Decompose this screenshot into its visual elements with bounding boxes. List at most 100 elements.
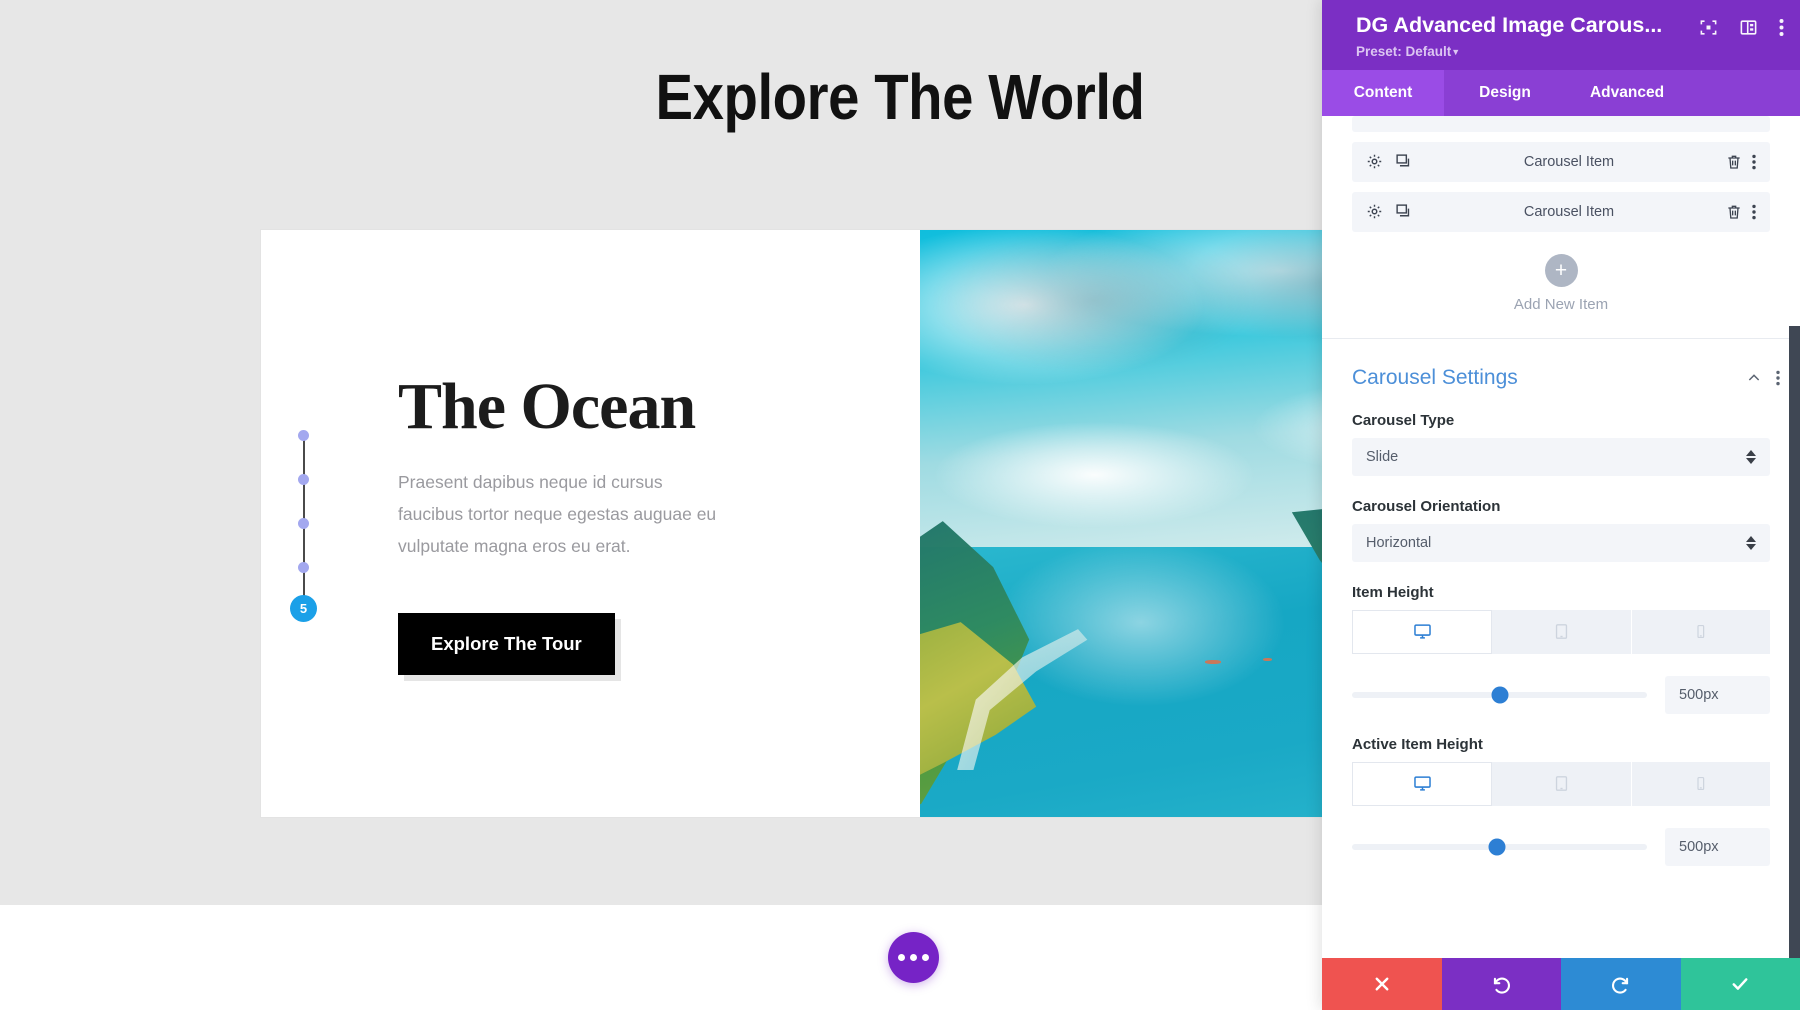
active-item-height-slider-row: 500px (1322, 827, 1800, 866)
carousel-settings-header[interactable]: Carousel Settings (1322, 339, 1800, 390)
page-canvas: Explore The World The Ocean Praesent dap… (0, 0, 1322, 1010)
panel-body: Carousel Item Carousel Item + Add New It… (1322, 115, 1800, 958)
active-item-height-value-input[interactable]: 500px (1665, 827, 1770, 866)
trash-icon[interactable] (1726, 154, 1742, 170)
device-phone-button[interactable] (1631, 609, 1770, 654)
module-settings-panel: DG Advanced Image Carous... Preset: Defa… (1322, 0, 1800, 1010)
chevron-up-icon[interactable] (1746, 370, 1762, 386)
device-phone-button[interactable] (1631, 761, 1770, 806)
add-new-item-button[interactable]: + Add New Item (1322, 253, 1800, 313)
trash-icon[interactable] (1726, 204, 1742, 220)
phone-icon (1697, 625, 1705, 639)
carousel-item-partial[interactable] (1352, 115, 1770, 132)
focus-icon[interactable] (1699, 18, 1718, 37)
slide-title: The Ocean (398, 370, 696, 444)
tab-content[interactable]: Content (1322, 69, 1444, 116)
carousel-orientation-select[interactable]: Horizontal (1352, 523, 1770, 562)
carousel-pagination[interactable]: 5 (290, 425, 318, 622)
duplicate-icon[interactable] (1395, 153, 1412, 170)
undo-icon (1493, 977, 1510, 994)
close-icon (1375, 977, 1389, 991)
chevron-updown-icon (1746, 449, 1756, 464)
select-value: Slide (1366, 448, 1399, 465)
carousel-slide: The Ocean Praesent dapibus neque id curs… (261, 230, 1322, 817)
plus-icon: + (1544, 253, 1578, 287)
carousel-type-select[interactable]: Slide (1352, 437, 1770, 476)
slider-knob[interactable] (1491, 686, 1508, 704)
chevron-updown-icon (1746, 535, 1756, 550)
pagination-dot-4[interactable] (298, 562, 309, 573)
pagination-dot-2[interactable] (298, 474, 309, 485)
active-item-height-device-toggle (1352, 761, 1770, 806)
list-item[interactable]: Carousel Item (1352, 191, 1770, 232)
field-label: Active Item Height (1352, 735, 1483, 753)
pagination-dot-3[interactable] (298, 518, 309, 529)
explore-the-tour-button[interactable]: Explore The Tour (398, 612, 615, 675)
check-icon (1732, 978, 1748, 990)
field-label: Item Height (1352, 583, 1434, 601)
slide-body-text: Praesent dapibus neque id cursus faucibu… (398, 472, 717, 557)
cancel-button[interactable] (1322, 958, 1442, 1010)
panel-header: DG Advanced Image Carous... Preset: Defa… (1322, 0, 1800, 70)
device-desktop-button[interactable] (1352, 609, 1493, 654)
device-tablet-button[interactable] (1492, 609, 1632, 654)
pagination-dot-1[interactable] (298, 430, 309, 441)
device-tablet-button[interactable] (1492, 761, 1632, 806)
field-item-height: Item Height (1322, 584, 1800, 654)
ellipsis-icon (922, 954, 929, 961)
preset-label: Preset: Default (1356, 43, 1452, 59)
pagination-dot-active[interactable]: 5 (290, 595, 317, 622)
item-height-slider[interactable] (1352, 686, 1647, 704)
overflow-menu-icon[interactable] (1776, 370, 1780, 386)
panel-scroll-content: Carousel Item Carousel Item + Add New It… (1322, 115, 1800, 866)
gear-icon[interactable] (1366, 203, 1383, 220)
overflow-menu-icon[interactable] (1752, 154, 1756, 170)
tab-advanced[interactable]: Advanced (1566, 70, 1688, 116)
device-desktop-button[interactable] (1352, 761, 1493, 806)
add-new-item-label: Add New Item (1513, 295, 1609, 313)
panel-header-titles: DG Advanced Image Carous... Preset: Defa… (1356, 12, 1699, 59)
panel-title: DG Advanced Image Carous... (1356, 13, 1663, 37)
desktop-icon (1413, 624, 1431, 639)
slide-image (920, 230, 1322, 817)
slide-text-column: The Ocean Praesent dapibus neque id curs… (261, 230, 818, 817)
overflow-menu-icon[interactable] (1779, 18, 1784, 37)
field-carousel-orientation: Carousel Orientation Horizontal (1322, 498, 1800, 562)
save-button[interactable] (1680, 958, 1800, 1010)
phone-icon (1697, 777, 1705, 791)
field-label: Carousel Orientation (1352, 497, 1501, 515)
undo-button[interactable] (1441, 958, 1561, 1010)
select-value: Horizontal (1366, 534, 1432, 551)
desktop-icon (1413, 776, 1431, 791)
ellipsis-fab-button[interactable] (888, 932, 939, 983)
item-left-icons (1366, 153, 1412, 170)
redo-button[interactable] (1561, 958, 1681, 1010)
overflow-menu-icon[interactable] (1752, 204, 1756, 220)
tablet-icon (1555, 624, 1568, 640)
item-height-slider-row: 500px (1322, 675, 1800, 714)
list-item[interactable]: Carousel Item (1352, 141, 1770, 182)
item-height-device-toggle (1352, 609, 1770, 654)
page-footer-strip (0, 905, 1322, 1010)
redo-icon (1612, 977, 1629, 994)
page-title: Explore The World (655, 61, 1145, 133)
tab-design[interactable]: Design (1444, 70, 1566, 116)
item-height-value-input[interactable]: 500px (1665, 675, 1770, 714)
slider-knob[interactable] (1488, 838, 1506, 856)
field-active-item-height: Active Item Height (1322, 736, 1800, 806)
gear-icon[interactable] (1366, 153, 1383, 170)
ellipsis-icon (898, 954, 905, 961)
chevron-down-icon: ▼ (1451, 46, 1461, 57)
panel-header-icons (1699, 12, 1784, 37)
panel-layout-icon[interactable] (1739, 18, 1758, 37)
cloud-layer (920, 230, 1322, 407)
list-item-label: Carousel Item (1523, 203, 1615, 220)
panel-tabs: Content Design Advanced (1322, 69, 1800, 116)
panel-scrollbar[interactable] (1789, 325, 1800, 958)
preset-selector[interactable]: Preset: Default▼ (1356, 44, 1699, 59)
active-item-height-slider[interactable] (1352, 838, 1647, 856)
item-right-icons (1726, 154, 1756, 170)
ellipsis-icon (910, 954, 917, 961)
duplicate-icon[interactable] (1395, 203, 1412, 220)
panel-footer (1322, 958, 1800, 1010)
